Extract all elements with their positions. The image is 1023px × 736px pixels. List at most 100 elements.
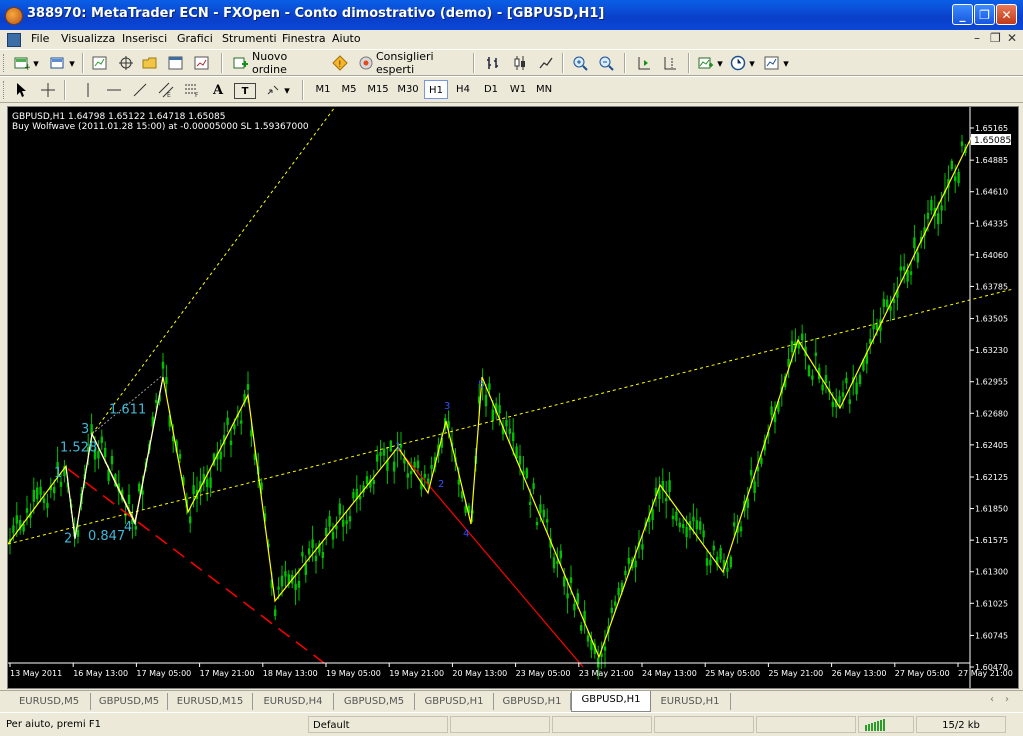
timeframe-h4[interactable]: H4 (452, 80, 474, 99)
price-bar-body (954, 176, 957, 182)
strategy-tester-icon[interactable] (192, 53, 212, 73)
timeframe-m5[interactable]: M5 (338, 80, 360, 99)
menu-view[interactable]: Visualizza (61, 32, 115, 45)
periods-clock-icon[interactable] (728, 53, 748, 73)
menu-window[interactable]: Finestra (282, 32, 326, 45)
timeframe-mn[interactable]: MN (532, 80, 556, 99)
price-bar-body (709, 559, 712, 566)
equidistant-channel-icon[interactable]: E (156, 80, 176, 100)
timeframe-w1[interactable]: W1 (506, 80, 530, 99)
data-window-icon[interactable] (116, 53, 136, 73)
price-bar-body (36, 487, 39, 500)
timeframe-m30[interactable]: M30 (394, 80, 422, 99)
mdi-close-button[interactable]: ✕ (1007, 31, 1017, 45)
tab-gbpusd-m5-2[interactable]: GBPUSD,M5 (334, 693, 415, 710)
price-bar-body (739, 526, 743, 532)
price-bar-body (342, 519, 345, 527)
timeframe-m1[interactable]: M1 (312, 80, 334, 99)
text-tool-button[interactable]: A (208, 80, 228, 100)
tab-gbpusd-h1-2[interactable]: GBPUSD,H1 (494, 693, 571, 710)
timeframe-d1[interactable]: D1 (480, 80, 502, 99)
price-bar-body (39, 486, 42, 495)
toolbar-separator (562, 53, 564, 73)
status-empty-4 (756, 716, 856, 733)
metatrader-app-icon[interactable] (5, 7, 23, 25)
new-chart-icon[interactable]: + (12, 53, 32, 73)
indicators-icon[interactable] (696, 53, 716, 73)
crosshair-icon[interactable] (38, 80, 58, 100)
mdi-minimize-button[interactable]: – (974, 31, 980, 45)
maximize-button[interactable]: ❐ (974, 4, 995, 25)
expert-advisors-button[interactable]: Consiglieri esperti (376, 50, 468, 76)
auto-scroll-icon[interactable] (634, 53, 654, 73)
tab-gbpusd-m5[interactable]: GBPUSD,M5 (91, 693, 168, 710)
price-bar-body (705, 558, 709, 566)
chart-header-text: GBPUSD,H1 1.64798 1.65122 1.64718 1.6508… (12, 112, 225, 122)
market-watch-icon[interactable] (90, 53, 110, 73)
trendline-icon[interactable] (130, 80, 150, 100)
timeframe-m15[interactable]: M15 (364, 80, 392, 99)
tab-eurusd-m15[interactable]: EURUSD,M15 (168, 693, 253, 710)
menu-charts[interactable]: Grafici (177, 32, 213, 45)
price-bar-body (59, 481, 63, 487)
price-bar-body (624, 570, 627, 576)
new-order-icon[interactable] (231, 53, 251, 73)
minimize-button[interactable]: _ (952, 4, 973, 25)
tab-scroll-right-icon[interactable]: › (1005, 694, 1009, 705)
metaeditor-icon[interactable]: ! (330, 53, 350, 73)
price-bar-body (178, 453, 182, 459)
menu-help[interactable]: Aiuto (332, 32, 361, 45)
menu-insert[interactable]: Inserisci (122, 32, 167, 45)
indicators-dropdown-icon[interactable]: ▾ (716, 53, 724, 73)
tab-eurusd-m5[interactable]: EURUSD,M5 (8, 693, 91, 710)
tab-eurusd-h4[interactable]: EURUSD,H4 (253, 693, 334, 710)
zoom-in-icon[interactable] (570, 53, 590, 73)
periods-dropdown-icon[interactable]: ▾ (748, 53, 756, 73)
cursor-icon[interactable] (12, 80, 32, 100)
fibonacci-retracement-icon[interactable]: F (182, 80, 202, 100)
time-axis-label: 23 May 21:00 (579, 669, 634, 678)
close-button[interactable]: ✕ (996, 4, 1017, 25)
price-bar-body (926, 212, 930, 219)
profiles-icon[interactable] (48, 53, 68, 73)
new-order-button[interactable]: Nuovo ordine (252, 50, 324, 76)
templates-dropdown-icon[interactable]: ▾ (782, 53, 790, 73)
arrows-icon[interactable] (263, 80, 283, 100)
navigator-icon[interactable] (140, 53, 160, 73)
profiles-dropdown-icon[interactable]: ▾ (68, 53, 76, 73)
text-label-button[interactable]: T (234, 83, 256, 99)
templates-icon[interactable] (762, 53, 782, 73)
connection-status[interactable] (858, 716, 914, 733)
price-bar-body (110, 456, 114, 465)
vertical-line-icon[interactable] (78, 80, 98, 100)
candlestick-chart-icon[interactable] (510, 53, 530, 73)
arrows-dropdown-icon[interactable]: ▾ (283, 80, 291, 100)
wolfwave-white-line (65, 376, 164, 540)
time-axis-label: 16 May 13:00 (73, 669, 128, 678)
tab-gbpusd-h1-active[interactable]: GBPUSD,H1 (571, 691, 651, 712)
terminal-icon[interactable] (166, 53, 186, 73)
mdi-restore-button[interactable]: ❐ (990, 31, 1001, 45)
menu-tools[interactable]: Strumenti (222, 32, 277, 45)
line-chart-icon[interactable] (536, 53, 556, 73)
new-chart-dropdown-icon[interactable]: ▾ (32, 53, 40, 73)
menu-file[interactable]: File (31, 32, 49, 45)
price-chart[interactable]: 11.52831.6112 0.847412345 GBPUSD,H1 1.647… (8, 107, 1019, 689)
price-bar-body (937, 213, 940, 225)
zoom-out-icon[interactable] (596, 53, 616, 73)
price-bar-body (675, 511, 678, 521)
tab-gbpusd-h1[interactable]: GBPUSD,H1 (415, 693, 494, 710)
price-bar-body (539, 504, 542, 513)
bar-chart-icon[interactable] (483, 53, 503, 73)
tab-scroll-left-icon[interactable]: ‹ (990, 694, 994, 705)
tab-eurusd-h1[interactable]: EURUSD,H1 (650, 693, 731, 710)
timeframe-h1[interactable]: H1 (424, 80, 448, 99)
price-bar-body (641, 544, 644, 550)
price-bar-body (246, 384, 250, 390)
horizontal-line-icon[interactable] (104, 80, 124, 100)
time-axis-label: 13 May 2011 (10, 669, 62, 678)
chart-window[interactable]: 1 1.528 3 1.611 2 0.847 4 1 2 3 4 5 GBPUSD,H1 1.647… (7, 106, 1019, 689)
expert-advisors-icon[interactable] (356, 53, 376, 73)
chart-shift-icon[interactable] (660, 53, 680, 73)
child-window-icon[interactable] (7, 33, 21, 47)
